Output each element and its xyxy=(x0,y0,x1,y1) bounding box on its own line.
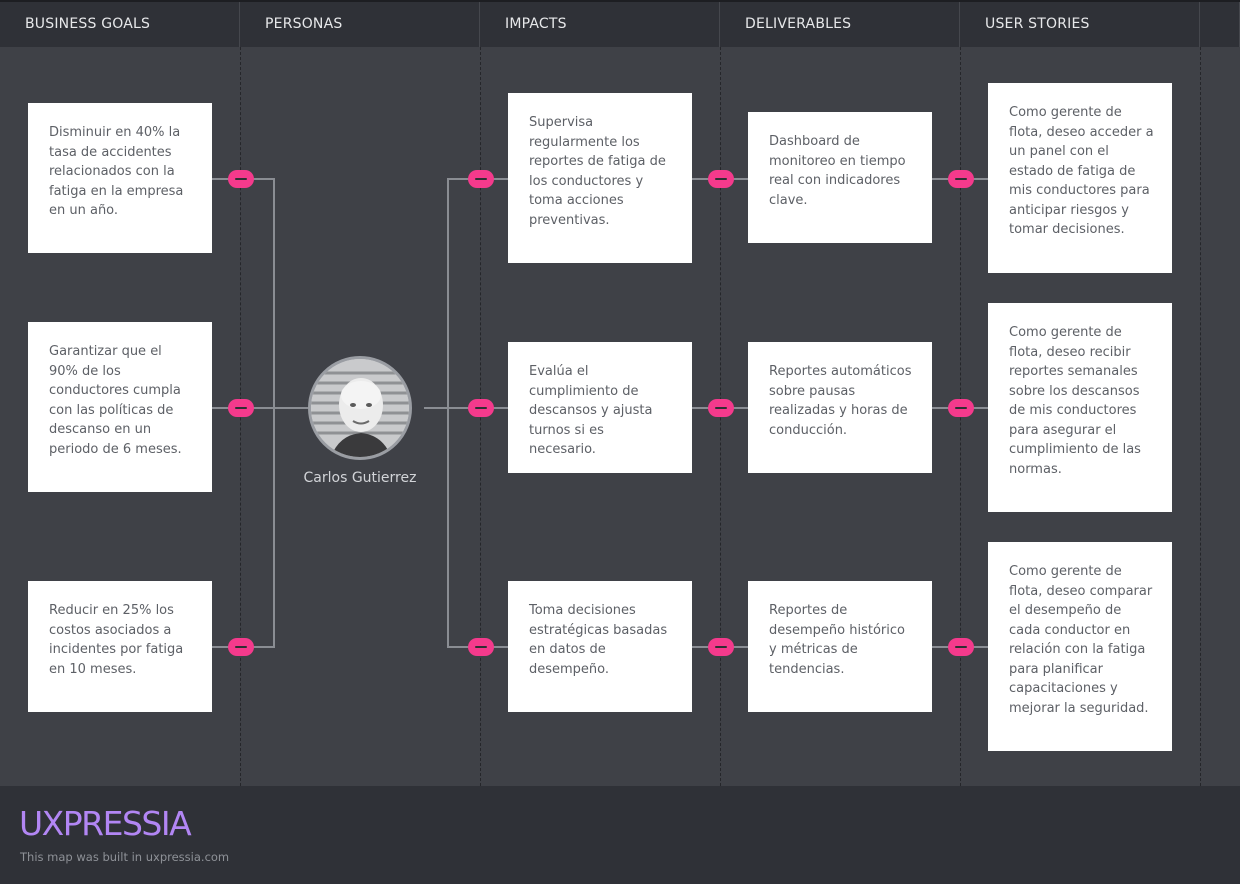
connector-line xyxy=(424,407,448,409)
card-text: Disminuir en 40% la tasa de accidentes r… xyxy=(49,125,184,218)
column-header-spacer xyxy=(1200,2,1240,47)
avatar xyxy=(308,356,412,460)
collapse-node-button[interactable] xyxy=(948,399,974,417)
connector-line xyxy=(447,178,449,648)
persona-card[interactable]: Carlos Gutierrez xyxy=(304,356,416,489)
user-story-card[interactable]: Como gerente de flota, deseo acceder a u… xyxy=(988,83,1172,273)
deliverable-card[interactable]: Reportes automáticos sobre pausas realiz… xyxy=(748,342,932,473)
business-goal-card[interactable]: Reducir en 25% los costos asociados a in… xyxy=(28,581,212,712)
column-header-user-stories[interactable]: USER STORIES xyxy=(960,2,1200,47)
card-text: Garantizar que el 90% de los conductores… xyxy=(49,344,182,457)
connector-line xyxy=(273,178,275,648)
user-story-card[interactable]: Como gerente de flota, deseo recibir rep… xyxy=(988,303,1172,512)
collapse-node-button[interactable] xyxy=(468,638,494,656)
impact-map-canvas: Disminuir en 40% la tasa de accidentes r… xyxy=(0,47,1240,786)
footer-note: This map was built in uxpressia.com xyxy=(20,850,230,864)
collapse-node-button[interactable] xyxy=(708,638,734,656)
column-header-personas[interactable]: PERSONAS xyxy=(240,2,480,47)
connector-line xyxy=(273,407,308,409)
column-title: USER STORIES xyxy=(985,16,1090,32)
collapse-node-button[interactable] xyxy=(948,170,974,188)
impact-card[interactable]: Evalúa el cumplimiento de descansos y aj… xyxy=(508,342,692,473)
card-text: Dashboard de monitoreo en tiempo real co… xyxy=(769,134,906,208)
person-photo-icon xyxy=(311,359,409,457)
column-header-deliverables[interactable]: DELIVERABLES xyxy=(720,2,960,47)
footer: UXPRESSIA This map was built in uxpressi… xyxy=(0,786,1240,884)
column-header-business-goals[interactable]: BUSINESS GOALS xyxy=(0,2,240,47)
column-title: DELIVERABLES xyxy=(745,16,852,32)
deliverable-card[interactable]: Reportes de desempeño histórico y métric… xyxy=(748,581,932,712)
persona-name: Carlos Gutierrez xyxy=(303,470,417,486)
card-text: Reducir en 25% los costos asociados a in… xyxy=(49,603,184,677)
card-text: Como gerente de flota, deseo comparar el… xyxy=(1009,564,1153,716)
collapse-node-button[interactable] xyxy=(228,170,254,188)
card-text: Supervisa regularmente los reportes de f… xyxy=(529,115,666,228)
column-title: BUSINESS GOALS xyxy=(25,16,151,32)
collapse-node-button[interactable] xyxy=(708,399,734,417)
collapse-node-button[interactable] xyxy=(468,399,494,417)
column-header-bar: BUSINESS GOALS PERSONAS IMPACTS DELIVERA… xyxy=(0,0,1240,47)
uxpressia-logo[interactable]: UXPRESSIA xyxy=(19,804,192,843)
column-header-impacts[interactable]: IMPACTS xyxy=(480,2,720,47)
collapse-node-button[interactable] xyxy=(948,638,974,656)
collapse-node-button[interactable] xyxy=(228,399,254,417)
card-text: Como gerente de flota, deseo acceder a u… xyxy=(1009,105,1154,237)
impact-card[interactable]: Supervisa regularmente los reportes de f… xyxy=(508,93,692,263)
column-title: PERSONAS xyxy=(265,16,343,32)
collapse-node-button[interactable] xyxy=(468,170,494,188)
column-title: IMPACTS xyxy=(505,16,567,32)
card-text: Toma decisiones estratégicas basadas en … xyxy=(529,603,668,677)
card-text: Como gerente de flota, deseo recibir rep… xyxy=(1009,325,1141,477)
card-text: Reportes automáticos sobre pausas realiz… xyxy=(769,364,912,438)
user-story-card[interactable]: Como gerente de flota, deseo comparar el… xyxy=(988,542,1172,751)
business-goal-card[interactable]: Garantizar que el 90% de los conductores… xyxy=(28,322,212,492)
impact-card[interactable]: Toma decisiones estratégicas basadas en … xyxy=(508,581,692,712)
business-goal-card[interactable]: Disminuir en 40% la tasa de accidentes r… xyxy=(28,103,212,253)
collapse-node-button[interactable] xyxy=(708,170,734,188)
deliverable-card[interactable]: Dashboard de monitoreo en tiempo real co… xyxy=(748,112,932,243)
collapse-node-button[interactable] xyxy=(228,638,254,656)
column-divider xyxy=(1200,47,1201,786)
card-text: Reportes de desempeño histórico y métric… xyxy=(769,603,905,677)
card-text: Evalúa el cumplimiento de descansos y aj… xyxy=(529,364,653,457)
